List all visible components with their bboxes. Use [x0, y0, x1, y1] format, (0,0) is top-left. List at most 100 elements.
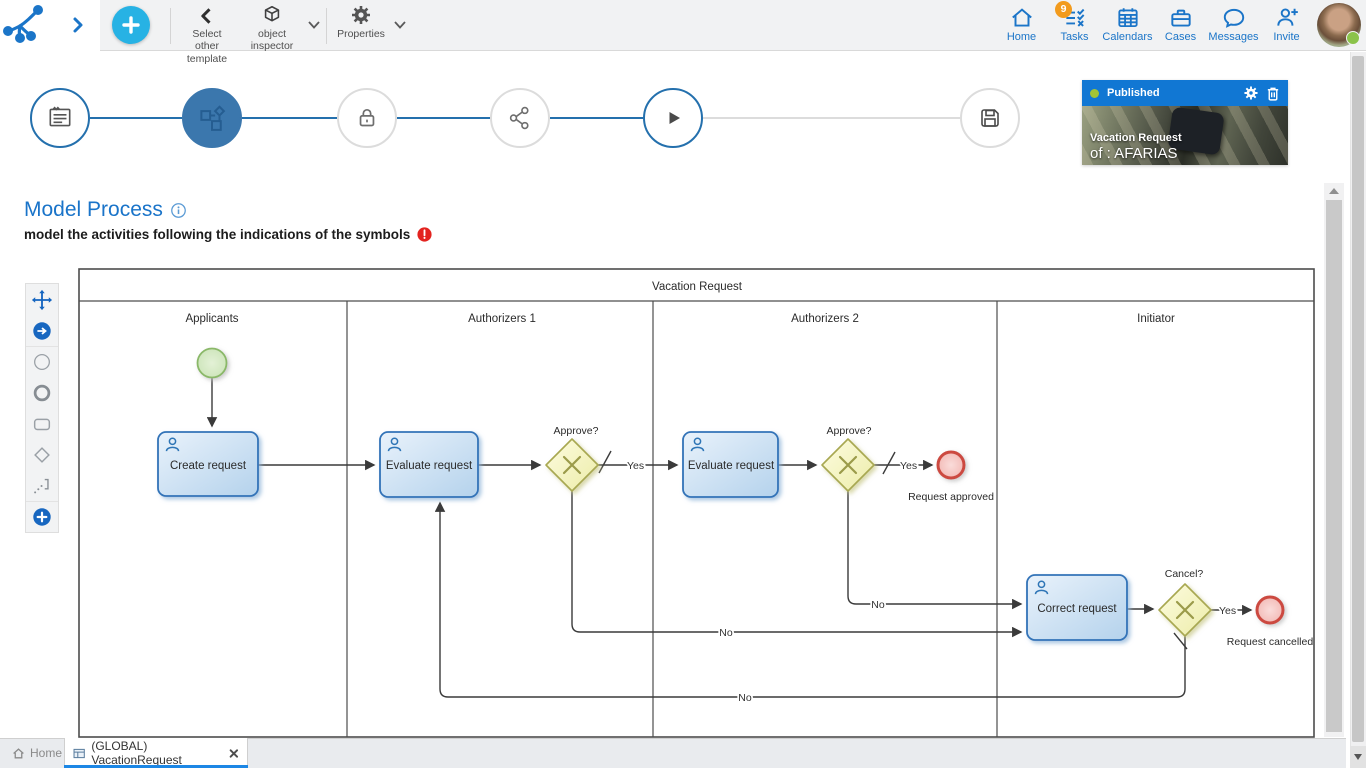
- plus-circle-icon: [31, 506, 53, 528]
- lock-icon: [353, 104, 381, 132]
- play-icon: [660, 105, 686, 131]
- step-data-form[interactable]: [30, 88, 90, 148]
- brand-logo-icon: [0, 4, 56, 48]
- palette-gateway[interactable]: [26, 439, 58, 470]
- step-model-process-active[interactable]: [182, 88, 242, 148]
- task-label: Evaluate request: [386, 460, 473, 472]
- online-status-dot: [1346, 31, 1360, 45]
- template-name: Vacation Request: [1090, 132, 1182, 144]
- stepper-connector: [550, 117, 643, 119]
- pool-title: Vacation Request: [652, 281, 743, 293]
- lane-label: Authorizers 2: [791, 313, 859, 325]
- flow-label-yes: Yes: [1219, 605, 1236, 617]
- calendar-icon: [1101, 3, 1154, 31]
- palette-task[interactable]: [26, 408, 58, 439]
- published-card-header: Published: [1082, 80, 1288, 106]
- nav-invite[interactable]: Invite: [1260, 3, 1313, 49]
- connector-icon: [31, 475, 53, 497]
- chat-bubble-icon: [1207, 3, 1260, 31]
- plus-icon: [121, 15, 141, 35]
- stepper-connector: [242, 117, 337, 119]
- task-label: Create request: [170, 460, 247, 472]
- diamond-shape-icon: [31, 444, 53, 466]
- nav-home[interactable]: Home: [995, 3, 1048, 49]
- process-canvas[interactable]: Vacation Request Applicants Authorizers …: [78, 268, 1315, 738]
- stepper-connector: [90, 117, 182, 119]
- tab-label: Home: [30, 746, 62, 760]
- nav-label: Cases: [1154, 31, 1207, 43]
- thick-circle-icon: [31, 382, 53, 404]
- move-icon: [31, 289, 53, 311]
- published-status-dot: [1090, 89, 1099, 98]
- toolbar-divider: [170, 8, 171, 44]
- published-template-card[interactable]: Published Vacation Request of : AFARIAS: [1082, 80, 1288, 165]
- nav-tasks[interactable]: 9 Tasks: [1048, 3, 1101, 49]
- nav-label: Messages: [1207, 31, 1260, 43]
- task-correct-request[interactable]: Correct request: [1027, 575, 1127, 640]
- add-button[interactable]: [112, 6, 150, 44]
- published-status-label: Published: [1107, 87, 1243, 99]
- palette-flow-tool[interactable]: [26, 315, 58, 346]
- task-create-request[interactable]: Create request: [158, 432, 258, 496]
- task-shape-icon: [31, 413, 53, 435]
- task-label: Correct request: [1037, 603, 1117, 615]
- lane-label: Initiator: [1137, 313, 1175, 325]
- content-scrollbar-thumb[interactable]: [1326, 200, 1342, 732]
- properties-button[interactable]: Properties: [330, 4, 392, 40]
- scroll-up-arrow-icon[interactable]: [1329, 188, 1339, 194]
- template-tab-icon: [73, 747, 85, 760]
- nav-messages[interactable]: Messages: [1207, 3, 1260, 49]
- object-inspector-button[interactable]: object inspector: [242, 4, 302, 53]
- button-label: object: [242, 28, 302, 40]
- card-gear-icon[interactable]: [1243, 85, 1259, 101]
- lane-label: Authorizers 1: [468, 313, 536, 325]
- palette-move-tool[interactable]: [26, 284, 58, 315]
- step-share[interactable]: [490, 88, 550, 148]
- step-permissions[interactable]: [337, 88, 397, 148]
- tasks-badge: 9: [1055, 1, 1072, 18]
- scroll-down-button[interactable]: [1350, 746, 1366, 768]
- palette-end-event[interactable]: [26, 377, 58, 408]
- info-icon[interactable]: [170, 202, 187, 219]
- gear-icon: [330, 4, 392, 26]
- start-event[interactable]: [198, 349, 227, 378]
- task-evaluate-request-2[interactable]: Evaluate request: [683, 432, 778, 497]
- nav-label: Invite: [1260, 31, 1313, 43]
- chevron-down-icon[interactable]: [392, 18, 408, 37]
- arrow-circle-icon: [31, 320, 53, 342]
- step-run[interactable]: [643, 88, 703, 148]
- share-icon: [506, 104, 534, 132]
- flow-label-no: No: [871, 599, 885, 611]
- gateway-label: Approve?: [827, 425, 872, 437]
- close-tab-icon[interactable]: [229, 748, 239, 759]
- collapse-chevron-icon[interactable]: [70, 14, 86, 41]
- nav-cases[interactable]: Cases: [1154, 3, 1207, 49]
- card-trash-icon[interactable]: [1266, 86, 1280, 101]
- page-subtitle-text: model the activities following the indic…: [24, 227, 410, 242]
- flow-label-yes: Yes: [627, 460, 644, 472]
- select-other-template-button[interactable]: Select other template: [176, 4, 238, 65]
- nav-label: Tasks: [1048, 31, 1101, 43]
- flow-label-no: No: [738, 692, 752, 704]
- end-event-label: Request cancelled: [1227, 636, 1314, 648]
- task-evaluate-request-1[interactable]: Evaluate request: [380, 432, 478, 497]
- back-chevron-icon: [176, 4, 238, 26]
- lane-label: Applicants: [185, 313, 238, 325]
- end-event-label: Request approved: [908, 491, 994, 503]
- briefcase-icon: [1154, 3, 1207, 31]
- nav-calendars[interactable]: Calendars: [1101, 3, 1154, 49]
- palette-start-event[interactable]: [26, 346, 58, 377]
- palette-connector[interactable]: [26, 470, 58, 501]
- chevron-down-icon[interactable]: [306, 18, 322, 37]
- scroll-down-arrow-icon: [1354, 754, 1362, 760]
- button-label: inspector: [242, 40, 302, 52]
- window-scrollbar-thumb[interactable]: [1352, 56, 1364, 742]
- flow-label-no: No: [719, 627, 733, 639]
- tab-active-vacation-request[interactable]: (GLOBAL) VacationRequest: [64, 738, 248, 768]
- tab-home[interactable]: Home: [6, 738, 64, 768]
- palette-add[interactable]: [26, 501, 58, 532]
- page-subtitle: model the activities following the indic…: [24, 226, 433, 243]
- pool-border[interactable]: [79, 269, 1314, 737]
- page-title: Model Process: [24, 198, 187, 222]
- step-save[interactable]: [960, 88, 1020, 148]
